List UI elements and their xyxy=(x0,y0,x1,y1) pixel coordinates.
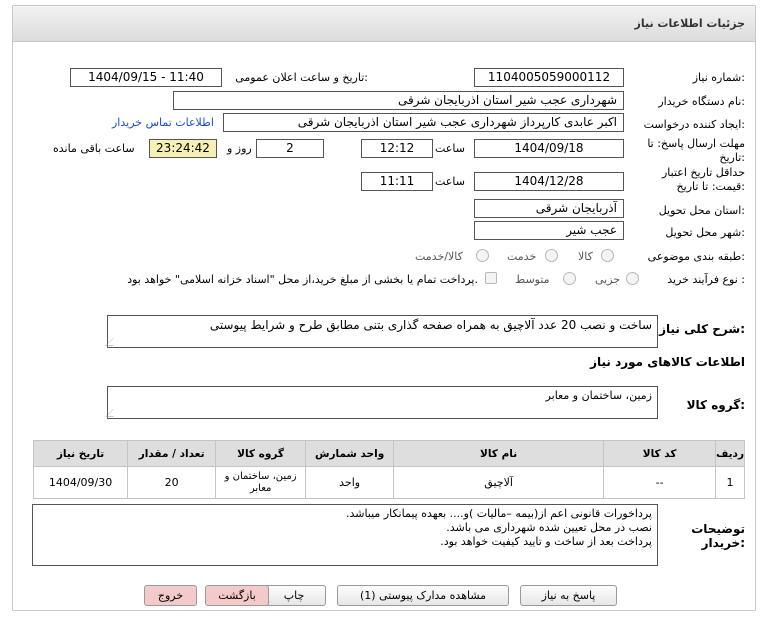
description-textarea[interactable]: ساخت و نصب 20 عدد آلاچیق به همراه صفحه گ… xyxy=(105,315,658,348)
description-label: شرح کلی نیاز: xyxy=(659,322,745,336)
items-table: ردیف کد کالا نام کالا واحد شمارش گروه کا… xyxy=(32,440,745,499)
city-label: شهر محل تحویل: xyxy=(665,226,745,239)
radio-category-service-label: خدمت xyxy=(507,250,537,263)
goods-group-textarea[interactable]: زمین، ساختمان و معابر xyxy=(105,386,658,419)
announce-label: تاریخ و ساعت اعلان عمومی: xyxy=(235,71,368,84)
radio-category-goods[interactable] xyxy=(601,249,614,262)
cell-group: زمین، ساختمان و معابر xyxy=(215,466,307,499)
validity-label: حداقل تاریخ اعتبار قیمت: تا تاریخ: xyxy=(661,166,745,193)
view-attachments-button[interactable]: مشاهده مدارک پیوستی (1) xyxy=(337,585,509,606)
validity-date-field: 1404/12/28 xyxy=(474,172,624,191)
buyer-note-line: پرداخت بعد از ساخت و تایید کیفیت خواهد ب… xyxy=(440,535,652,548)
buyer-org-field: شهرداری عجب شیر استان اذربایجان شرقی xyxy=(173,91,624,110)
goods-group-text: زمین، ساختمان و معابر xyxy=(545,389,652,402)
need-number-label: شماره نیاز: xyxy=(692,71,745,84)
validity-time-word: ساعت xyxy=(435,175,465,188)
panel-header: جزئیات اطلاعات نیاز xyxy=(13,6,755,42)
announce-field: 1404/09/15 - 11:40 xyxy=(70,68,222,87)
col-group: گروه کالا xyxy=(215,440,307,467)
validity-time-field: 11:11 xyxy=(361,172,433,191)
radio-process-minor[interactable] xyxy=(626,272,639,285)
goods-section-title: اطلاعات کالاهای مورد نیاز xyxy=(590,355,745,369)
table-row[interactable]: 1 -- آلاچیق واحد زمین، ساختمان و معابر 2… xyxy=(32,466,745,499)
radio-category-both-label: کالا/خدمت xyxy=(415,250,463,263)
process-label: نوع فرآیند خرید : xyxy=(667,273,745,286)
description-text: ساخت و نصب 20 عدد آلاچیق به همراه صفحه گ… xyxy=(209,318,652,332)
cell-code: -- xyxy=(603,466,717,499)
category-label: طبقه بندی موضوعی: xyxy=(647,250,745,263)
province-field: آذربایجان شرقی xyxy=(474,199,624,218)
cell-name: آلاچیق xyxy=(393,466,605,499)
need-number-field: 1104005059000112 xyxy=(474,68,624,87)
creator-label: ایجاد کننده درخواست: xyxy=(643,118,745,131)
col-unit: واحد شمارش xyxy=(305,440,395,467)
cell-date: 1404/09/30 xyxy=(32,466,129,499)
buyer-notes-textarea[interactable]: پرداخورات قانونی اعم از(بیمه –مالیات )و.… xyxy=(32,504,658,566)
days-field: 2 xyxy=(256,139,324,158)
radio-process-medium-label: متوسط xyxy=(515,273,550,286)
print-button[interactable]: چاپ xyxy=(262,585,326,606)
deadline-label: مهلت ارسال پاسخ: تا تاریخ: xyxy=(647,137,745,164)
resize-grip-icon[interactable] xyxy=(105,338,121,346)
reply-button[interactable]: پاسخ به نیاز xyxy=(520,585,617,606)
exit-button[interactable]: خروج xyxy=(144,585,197,606)
goods-group-label: گروه کالا: xyxy=(686,398,745,412)
treasury-payment-note: پرداخت تمام یا بخشی از مبلغ خرید،از محل … xyxy=(127,273,478,286)
col-row: ردیف xyxy=(715,440,745,467)
radio-process-medium[interactable] xyxy=(563,272,576,285)
buyer-notes-label: توضیحات خریدار: xyxy=(691,522,745,550)
table-header-row: ردیف کد کالا نام کالا واحد شمارش گروه کا… xyxy=(32,440,745,467)
city-field: عجب شیر xyxy=(474,221,624,240)
days-word: روز و xyxy=(227,142,252,155)
col-quantity: تعداد / مقدار xyxy=(127,440,217,467)
province-label: استان محل تحویل: xyxy=(658,204,745,217)
resize-grip-icon[interactable] xyxy=(105,409,121,417)
treasury-payment-checkbox[interactable] xyxy=(485,272,497,284)
deadline-time-word: ساعت xyxy=(435,142,465,155)
cell-row: 1 xyxy=(715,466,745,499)
buyer-org-label: نام دستگاه خریدار: xyxy=(658,95,745,108)
contact-buyer-link[interactable]: اطلاعات تماس خریدار xyxy=(112,116,214,130)
back-button[interactable]: بازگشت xyxy=(205,585,269,606)
deadline-time-field: 12:12 xyxy=(361,139,433,158)
buyer-note-line: نصب در محل تعیین شده شهرداری می باشد. xyxy=(446,521,652,534)
remaining-time-field: 23:24:42 xyxy=(149,139,217,158)
creator-field: اکبر عابدی کارپرداز شهرداری عجب شیر استا… xyxy=(223,113,624,132)
radio-category-service[interactable] xyxy=(545,249,558,262)
col-code: کد کالا xyxy=(603,440,717,467)
cell-unit: واحد xyxy=(305,466,395,499)
radio-category-both[interactable] xyxy=(476,249,489,262)
col-name: نام کالا xyxy=(393,440,605,467)
radio-process-minor-label: جزیی xyxy=(595,273,621,286)
radio-category-goods-label: کالا xyxy=(578,250,593,263)
remaining-word: ساعت باقی مانده xyxy=(53,142,135,155)
col-date: تاریخ نیاز xyxy=(32,440,129,467)
deadline-date-field: 1404/09/18 xyxy=(474,139,624,158)
panel-title: جزئیات اطلاعات نیاز xyxy=(634,17,746,30)
cell-quantity: 20 xyxy=(127,466,217,499)
buyer-note-line: پرداخورات قانونی اعم از(بیمه –مالیات )و.… xyxy=(345,507,652,520)
